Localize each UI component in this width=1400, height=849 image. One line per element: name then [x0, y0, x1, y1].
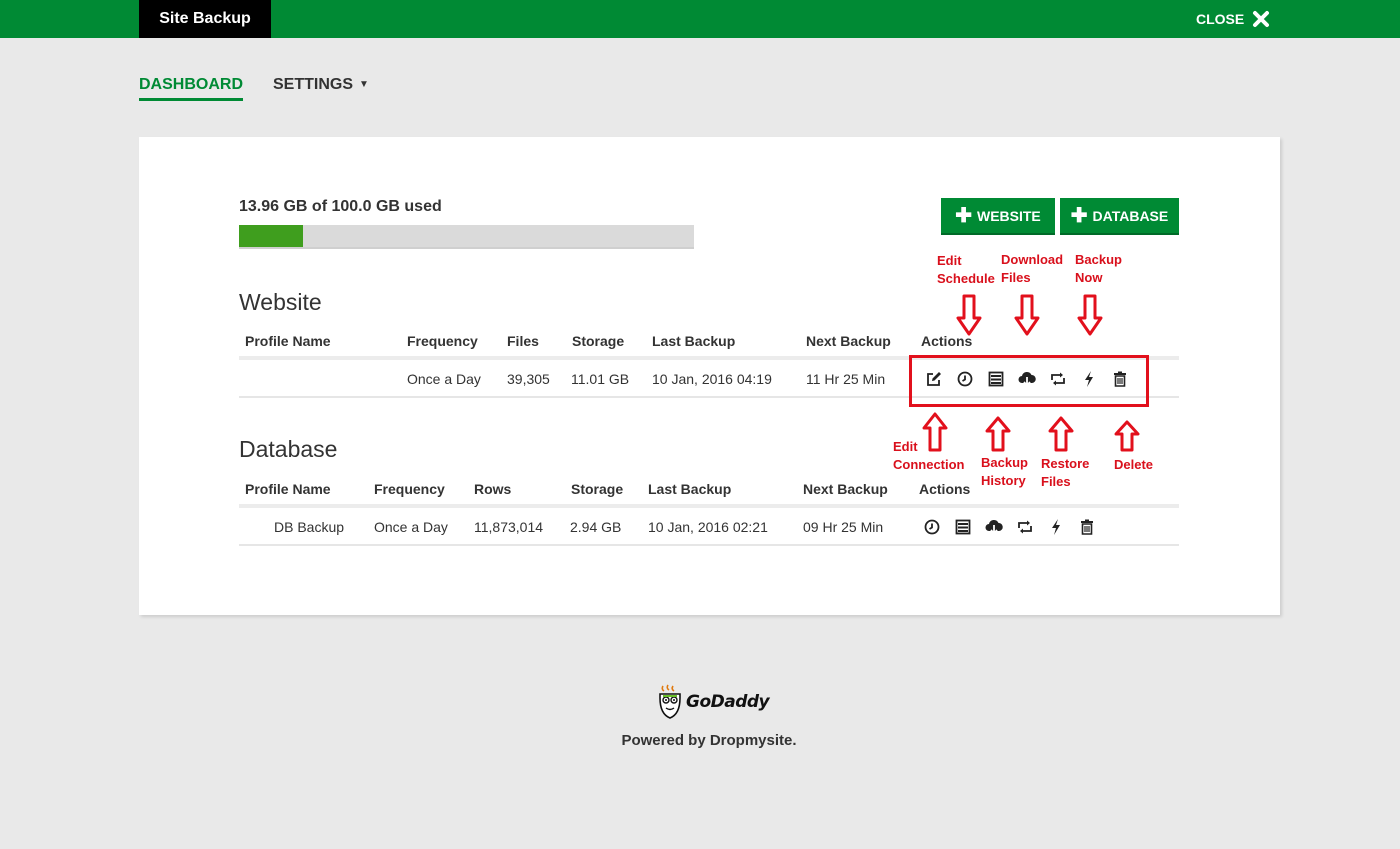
edit-schedule-button[interactable]	[923, 518, 941, 536]
col-profile-name: Profile Name	[245, 481, 331, 497]
arrow-up-icon	[1114, 420, 1140, 452]
col-frequency: Frequency	[407, 333, 478, 349]
clock-icon	[924, 519, 940, 535]
nav-settings[interactable]: SETTINGS ▼	[273, 76, 369, 101]
arrow-down-icon	[956, 294, 982, 336]
cell-profile-name: DB Backup	[274, 519, 345, 535]
annotation-line: Connection	[893, 457, 965, 472]
arrow-down-icon	[1014, 294, 1040, 336]
backup-now-button[interactable]	[1047, 518, 1065, 536]
website-section-title: Website	[239, 289, 322, 315]
annotation-actions-box	[909, 355, 1149, 407]
col-next-backup: Next Backup	[803, 481, 888, 497]
col-storage: Storage	[572, 333, 625, 349]
annotation-line: Edit	[937, 253, 962, 268]
add-website-label: WEBSITE	[976, 207, 1041, 224]
database-row-actions	[923, 510, 1096, 544]
annotation-line: Now	[1075, 270, 1103, 285]
main-nav: DASHBOARD SETTINGS ▼	[139, 76, 369, 101]
cell-storage: 11.01 GB	[571, 371, 630, 387]
annotation-line: Backup	[1075, 252, 1122, 267]
col-frequency: Frequency	[374, 481, 445, 497]
cell-last-backup: 10 Jan, 2016 02:21	[648, 519, 768, 535]
top-bar: Site Backup CLOSE	[0, 0, 1400, 38]
add-website-button[interactable]: ✚ WEBSITE	[941, 198, 1055, 233]
annotation-edit-schedule: Edit Schedule	[937, 252, 995, 288]
col-next-backup: Next Backup	[806, 333, 891, 349]
close-label: CLOSE	[1196, 11, 1245, 27]
storage-usage-text: 13.96 GB of 100.0 GB used	[239, 198, 442, 215]
cell-files: 39,305	[507, 371, 550, 387]
annotation-line: Files	[1001, 270, 1031, 285]
table-row: DB Backup Once a Day 11,873,014 2.94 GB …	[239, 510, 1179, 546]
col-storage: Storage	[571, 481, 624, 497]
annotation-backup-history: Backup History	[981, 454, 1028, 490]
caret-down-icon: ▼	[359, 79, 369, 90]
close-icon	[1253, 11, 1270, 27]
arrow-down-icon	[1077, 294, 1103, 336]
godaddy-mascot-icon	[659, 684, 681, 719]
annotation-line: Backup	[981, 455, 1028, 470]
database-section-title: Database	[239, 436, 338, 462]
annotation-line: Delete	[1114, 457, 1154, 472]
col-last-backup: Last Backup	[652, 333, 736, 349]
powered-by-text: Powered by Dropmysite.	[621, 732, 797, 749]
history-icon	[955, 519, 971, 535]
restore-icon	[1018, 520, 1032, 534]
cell-frequency: Once a Day	[407, 371, 481, 387]
godaddy-wordmark: GoDaddy	[686, 692, 770, 712]
cell-next-backup: 11 Hr 25 Min	[806, 371, 886, 387]
close-button[interactable]: CLOSE	[1196, 0, 1270, 38]
trash-icon	[1081, 519, 1093, 535]
arrow-up-icon	[985, 416, 1011, 452]
annotation-line: Download	[1001, 252, 1064, 267]
col-rows: Rows	[474, 481, 512, 497]
plus-icon: ✚	[1070, 204, 1088, 227]
plus-icon: ✚	[955, 204, 972, 227]
download-files-button[interactable]	[985, 518, 1003, 536]
annotation-line: Restore	[1041, 456, 1090, 471]
annotation-line: History	[981, 473, 1026, 488]
nav-dashboard[interactable]: DASHBOARD	[139, 76, 243, 101]
annotation-line: Files	[1041, 474, 1071, 489]
annotation-download-files: Download Files	[1001, 251, 1063, 287]
col-actions: Actions	[919, 481, 971, 497]
delete-button[interactable]	[1078, 518, 1096, 536]
arrow-up-icon	[1048, 416, 1074, 452]
col-profile-name: Profile Name	[245, 333, 331, 349]
annotation-restore-files: Restore Files	[1041, 455, 1089, 491]
annotation-delete: Delete	[1114, 456, 1153, 474]
cell-rows: 11,873,014	[474, 519, 544, 535]
annotation-line: Schedule	[937, 271, 995, 286]
database-table-header: Profile Name Frequency Rows Storage Last…	[239, 472, 1179, 508]
app-title: Site Backup	[139, 0, 271, 38]
col-files: Files	[507, 333, 539, 349]
nav-settings-label: SETTINGS	[273, 76, 354, 93]
backup-history-button[interactable]	[954, 518, 972, 536]
bolt-icon	[1052, 519, 1060, 535]
col-last-backup: Last Backup	[648, 481, 732, 497]
godaddy-logo: GoDaddy	[657, 684, 770, 720]
arrow-up-icon	[922, 412, 948, 452]
cell-storage: 2.94 GB	[570, 519, 622, 535]
cloud-download-icon	[985, 519, 1003, 535]
restore-files-button[interactable]	[1016, 518, 1034, 536]
annotation-backup-now: Backup Now	[1075, 251, 1122, 287]
cell-frequency: Once a Day	[374, 519, 448, 535]
add-database-label: DATABASE	[1092, 207, 1169, 224]
storage-usage-bar	[239, 225, 694, 249]
storage-usage-fill	[239, 225, 303, 247]
cell-next-backup: 09 Hr 25 Min	[803, 519, 884, 535]
cell-last-backup: 10 Jan, 2016 04:19	[652, 371, 772, 387]
add-database-button[interactable]: ✚ DATABASE	[1060, 198, 1179, 233]
